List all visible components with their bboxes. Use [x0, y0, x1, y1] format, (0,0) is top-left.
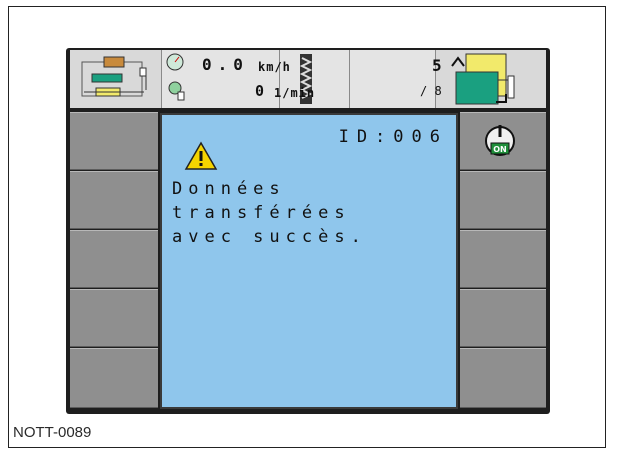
message-id: ID:006	[338, 127, 448, 147]
message-line-1: Données	[172, 179, 286, 199]
softkey-right-4[interactable]	[460, 289, 546, 347]
counter-total: / 8	[420, 84, 442, 98]
machine-left-cell[interactable]	[70, 50, 162, 108]
softkey-left-5[interactable]	[70, 348, 158, 408]
softkey-left-2[interactable]	[70, 171, 158, 229]
softkey-right-2[interactable]	[460, 171, 546, 229]
softkey-right-5[interactable]	[460, 348, 546, 408]
softkey-right-3[interactable]	[460, 230, 546, 288]
message-line-3: avec succès.	[172, 227, 367, 247]
machine-right-cell[interactable]	[436, 50, 546, 108]
figure-label: NOTT-0089	[13, 424, 92, 441]
speedometer-icon	[166, 53, 185, 101]
power-badge-label: ON	[493, 145, 507, 154]
speed-value: 0.0	[202, 55, 249, 74]
counter-cell	[350, 50, 436, 108]
machine-config-left-icon	[81, 56, 147, 97]
rpm-unit: 1/min	[274, 86, 316, 100]
warning-icon	[184, 141, 218, 170]
softkey-left-3[interactable]	[70, 230, 158, 288]
softkey-power-on[interactable]: ON	[460, 112, 546, 170]
message-line-2: transférées	[172, 203, 351, 223]
power-on-icon: ON	[485, 125, 515, 156]
message-dialog: ID:006 Données transférées avec succès.	[160, 113, 458, 409]
softkey-left-1[interactable]	[70, 112, 158, 170]
speed-unit: km/h	[258, 60, 291, 74]
message-text: Données transférées avec succès.	[172, 177, 367, 249]
counter-value: 5	[432, 56, 442, 75]
machine-config-right-icon	[451, 53, 515, 105]
rpm-value: 0	[255, 82, 265, 100]
softkey-left-4[interactable]	[70, 289, 158, 347]
